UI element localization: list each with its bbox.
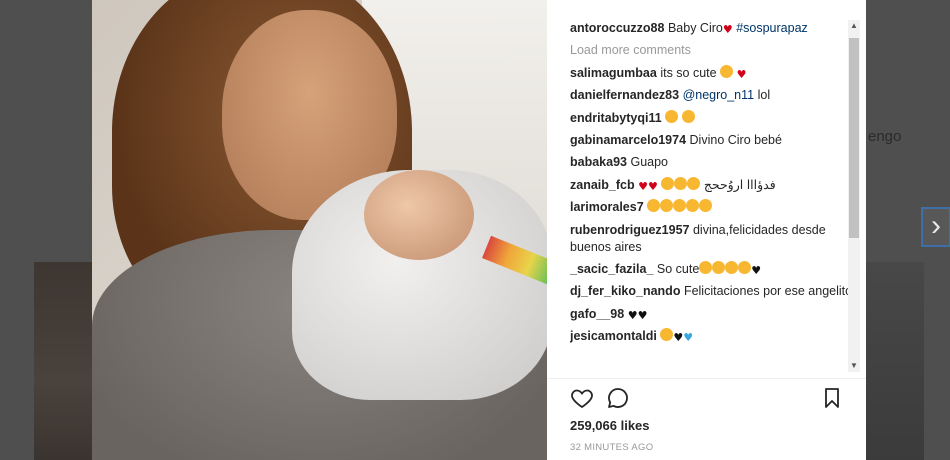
hugging-face-emoji-icon: o — [660, 328, 674, 342]
comments-list[interactable]: antoroccuzzo88 Baby Ciro♥ #sospurapaz Lo… — [570, 20, 870, 376]
comment-item: larimorales7 ooooo — [570, 199, 870, 216]
comment-username[interactable]: rubenrodriguez1957 — [570, 223, 689, 237]
comment-bubble-icon — [608, 388, 628, 408]
comment-username[interactable]: danielfernandez83 — [570, 88, 679, 102]
comment-item: gabinamarcelo1974 Divino Ciro bebé — [570, 132, 870, 149]
heart-eyes-emoji-icon: o — [673, 199, 687, 213]
comment-button[interactable] — [606, 386, 630, 410]
comment-item: zanaib_fcb ♥♥ ooo فدؤااا اروُححج — [570, 176, 870, 194]
chevron-right-icon: › — [931, 209, 941, 242]
heart-emoji-icon: ♥ — [647, 179, 658, 193]
comment-text: Felicitaciones por ese angelito — [683, 284, 853, 299]
comment-text: lol — [757, 88, 771, 103]
comment-username[interactable]: endritabytyqi11 — [570, 111, 662, 125]
scroll-thumb[interactable] — [849, 38, 859, 238]
black-heart-emoji-icon: ♥ — [751, 263, 762, 277]
comment-item: babaka93 Guapo — [570, 154, 870, 171]
heart-eyes-emoji-icon: o — [686, 199, 700, 213]
heart-eyes-emoji-icon: o — [660, 199, 674, 213]
background-thumbnail-right[interactable] — [866, 262, 924, 460]
comment-text: So cute — [656, 261, 700, 276]
comment-username[interactable]: salimagumbaa — [570, 66, 657, 80]
black-heart-emoji-icon: ♥ — [627, 308, 638, 322]
comment-username[interactable]: gafo__98 — [570, 307, 624, 321]
post-timestamp[interactable]: 32 MINUTES AGO — [570, 442, 653, 453]
comment-username[interactable]: dj_fer_kiko_nando — [570, 284, 680, 298]
heart-emoji-icon: ♥ — [638, 179, 648, 193]
heart-emoji-icon: ♥ — [722, 23, 733, 36]
heart-eyes-emoji-icon: o — [738, 260, 752, 274]
heart-eyes-emoji-icon: o — [647, 199, 661, 213]
black-heart-emoji-icon: ♥ — [637, 308, 648, 322]
comment-username[interactable]: gabinamarcelo1974 — [570, 133, 686, 147]
load-more-comments-link[interactable]: Load more comments — [570, 42, 870, 59]
comment-item: gafo__98 ♥♥ — [570, 306, 870, 323]
comment-text: فدؤااا اروُححج — [703, 177, 776, 192]
comment-username[interactable]: jesicamontaldi — [570, 329, 657, 343]
face-emoji-icon: o — [687, 176, 701, 190]
heart-eyes-emoji-icon: o — [699, 260, 713, 274]
comment-username[interactable]: zanaib_fcb — [570, 178, 635, 192]
caption-hashtag[interactable]: #sospurapaz — [736, 21, 808, 35]
comment-item: _sacic_fazila_ So cuteoooo♥ — [570, 260, 870, 278]
comment-text: Divino Ciro bebé — [689, 132, 782, 147]
comments-panel: antoroccuzzo88 Baby Ciro♥ #sospurapaz Lo… — [547, 0, 866, 460]
comment-username[interactable]: larimorales7 — [570, 200, 644, 214]
caption-username[interactable]: antoroccuzzo88 — [570, 21, 664, 35]
likes-count[interactable]: 259,066 likes — [570, 418, 650, 433]
background-text: engo — [868, 128, 902, 145]
action-bar — [570, 386, 846, 412]
heart-eyes-emoji-icon: o — [725, 260, 739, 274]
comment-username[interactable]: _sacic_fazila_ — [570, 262, 653, 276]
comment-item: rubenrodriguez1957 divina,felicidades de… — [570, 222, 870, 256]
divider — [547, 378, 866, 379]
heart-eyes-emoji-icon: o — [712, 260, 726, 274]
comment-text: Guapo — [630, 155, 668, 170]
scroll-up-arrow-icon[interactable]: ▲ — [848, 20, 860, 32]
caption-text: Baby Ciro — [667, 21, 723, 35]
heart-outline-icon — [571, 389, 593, 409]
heart-emoji-icon: ♥ — [736, 67, 747, 81]
caption: antoroccuzzo88 Baby Ciro♥ #sospurapaz — [570, 20, 870, 37]
crying-face-emoji-icon: o — [661, 176, 675, 190]
next-post-button[interactable]: › — [921, 207, 950, 247]
heart-eyes-emoji-icon: o — [699, 199, 713, 213]
comments-scrollbar-track[interactable]: ▲ ▼ — [848, 20, 860, 372]
post-photo[interactable] — [92, 0, 547, 460]
black-heart-emoji-icon: ♥ — [673, 331, 684, 345]
comment-item: dj_fer_kiko_nando Felicitaciones por ese… — [570, 283, 870, 300]
bookmark-icon — [825, 388, 839, 408]
smiling-face-emoji-icon: o — [681, 109, 695, 123]
comment-mention[interactable]: @negro_n11 — [683, 88, 755, 102]
comment-text: its so cute — [660, 65, 717, 80]
scroll-down-arrow-icon[interactable]: ▼ — [848, 360, 860, 372]
comment-item: salimagumbaa its so cute o ♥ — [570, 64, 870, 82]
crying-face-emoji-icon: o — [674, 176, 688, 190]
like-button[interactable] — [570, 386, 594, 410]
save-button[interactable] — [820, 386, 844, 410]
crying-face-emoji-icon: o — [720, 64, 734, 78]
comment-item: endritabytyqi11 o o — [570, 109, 870, 127]
blue-heart-emoji-icon: ♥ — [683, 331, 694, 345]
comment-item: jesicamontaldi o♥♥ — [570, 328, 870, 345]
post-modal: antoroccuzzo88 Baby Ciro♥ #sospurapaz Lo… — [92, 0, 866, 460]
smiling-face-emoji-icon: o — [665, 109, 679, 123]
comment-username[interactable]: babaka93 — [570, 155, 627, 169]
comment-item: danielfernandez83 @negro_n11 lol — [570, 87, 870, 104]
